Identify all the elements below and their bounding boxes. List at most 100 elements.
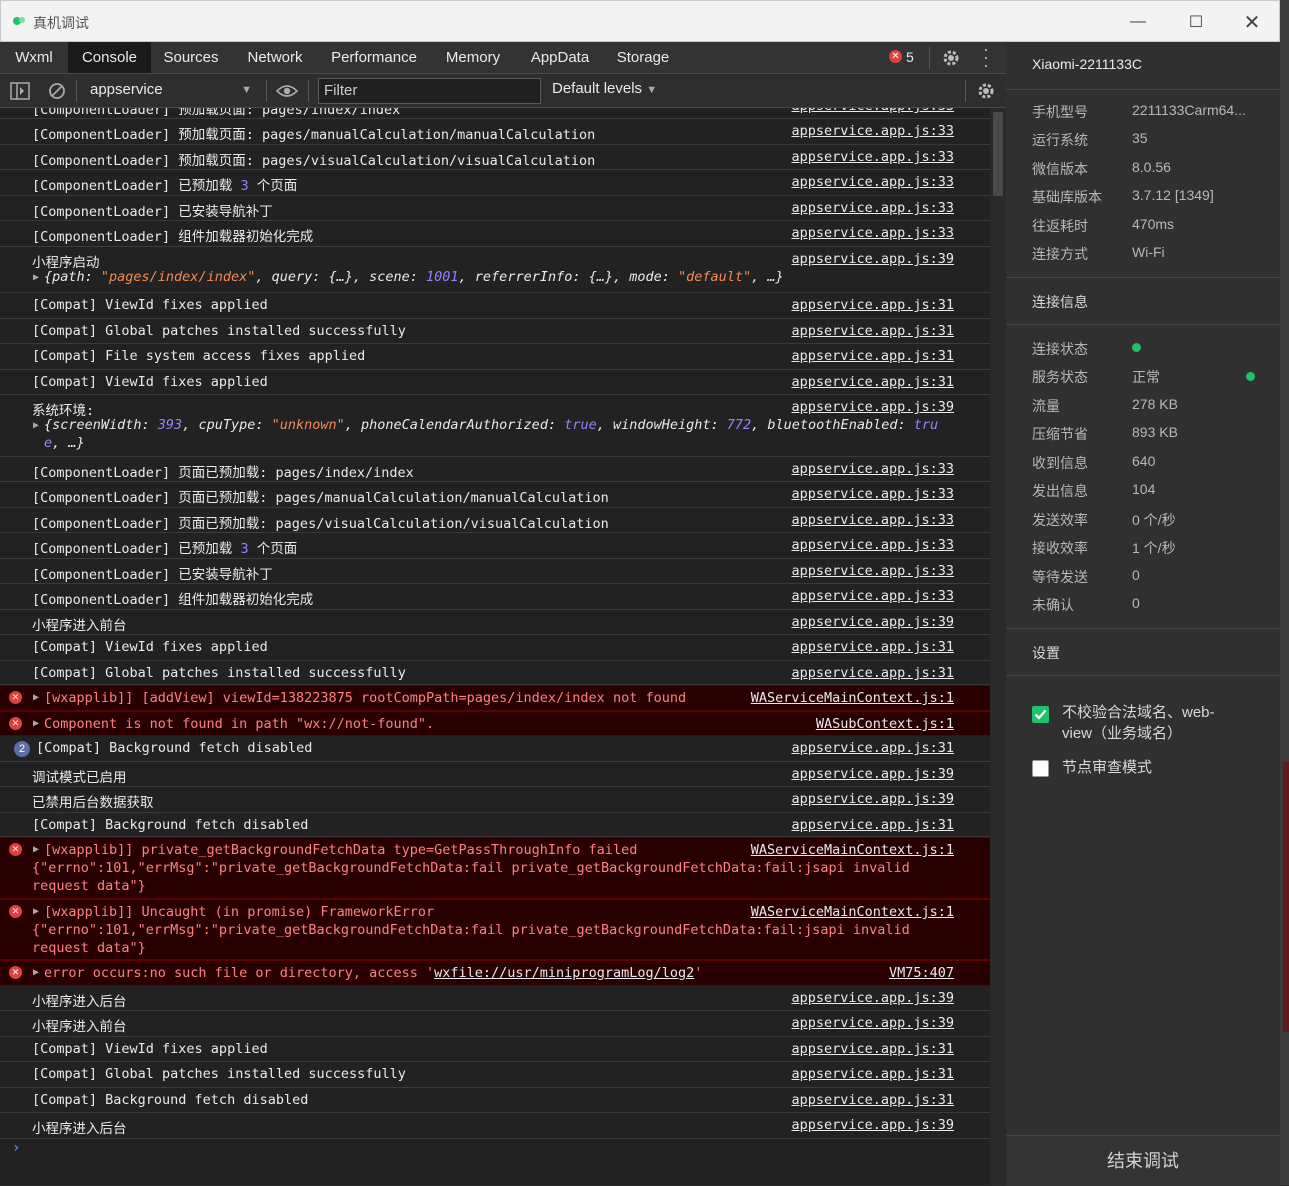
source-link[interactable]: appservice.app.js:31: [791, 1066, 954, 1082]
node-inspect-label[interactable]: 节点审查模式: [1062, 757, 1152, 778]
source-link[interactable]: appservice.app.js:39: [791, 251, 954, 267]
log-message: [ComponentLoader] 组件加载器初始化完成: [32, 229, 314, 245]
source-link[interactable]: appservice.app.js:39: [791, 1015, 954, 1031]
context-select[interactable]: appservice ▼: [84, 76, 260, 104]
node-inspect-checkbox[interactable]: [1032, 760, 1049, 777]
error-count-badge[interactable]: ✕ 5: [889, 48, 914, 66]
source-link[interactable]: appservice.app.js:31: [791, 740, 954, 756]
source-link[interactable]: appservice.app.js:39: [791, 791, 954, 807]
source-link[interactable]: WAServiceMainContext.js:1: [751, 690, 954, 706]
log-levels-select[interactable]: Default levels ▼: [552, 80, 657, 97]
skip-domain-check-checkbox[interactable]: [1032, 706, 1049, 723]
device-info-panel: Xiaomi-2211133C 手机型号 2211133Carm64... 运行系统…: [1006, 42, 1280, 1186]
expand-arrow-icon[interactable]: ▶: [33, 718, 39, 729]
expand-arrow-icon[interactable]: ▶: [33, 906, 39, 917]
more-menu-icon[interactable]: · · ·: [980, 40, 992, 74]
source-link[interactable]: appservice.app.js:33: [791, 486, 954, 502]
connection-value: 640: [1132, 453, 1156, 469]
source-link[interactable]: WASubContext.js:1: [816, 716, 954, 732]
settings-gear-icon[interactable]: [941, 48, 961, 68]
object-preview[interactable]: {path: "pages/index/index", query: {…}, …: [44, 269, 784, 285]
log-row: [Compat] Background fetch disabled appser…: [0, 813, 990, 837]
filter-input[interactable]: Filter: [318, 78, 541, 104]
source-link[interactable]: appservice.app.js:31: [791, 297, 954, 313]
expand-arrow-icon[interactable]: ▶: [33, 420, 39, 431]
tab-storage[interactable]: Storage: [608, 42, 678, 73]
source-link[interactable]: appservice.app.js:33: [791, 225, 954, 241]
source-link[interactable]: appservice.app.js:31: [791, 817, 954, 833]
source-link[interactable]: appservice.app.js:31: [791, 374, 954, 390]
expand-arrow-icon[interactable]: ▶: [33, 692, 39, 703]
end-debug-button[interactable]: 结束调试: [1006, 1135, 1280, 1186]
source-link[interactable]: appservice.app.js:39: [791, 990, 954, 1006]
connection-label: 压缩节省: [1032, 426, 1088, 442]
source-link[interactable]: appservice.app.js:39: [791, 399, 954, 415]
log-row: [Compat] Global patches installed succes…: [0, 1062, 990, 1088]
tab-wxml[interactable]: Wxml: [4, 42, 64, 73]
device-info-label: 基础库版本: [1032, 189, 1102, 205]
log-message: [Compat] Global patches installed succes…: [32, 665, 406, 681]
expand-arrow-icon[interactable]: ▶: [33, 844, 39, 855]
source-link[interactable]: appservice.app.js:31: [791, 1092, 954, 1108]
source-link[interactable]: WAServiceMainContext.js:1: [751, 904, 954, 920]
minimize-icon[interactable]: —: [1109, 1, 1167, 43]
log-message: [ComponentLoader] 页面已预加载: pages/visualCa…: [32, 516, 609, 532]
scrollbar-thumb[interactable]: [993, 112, 1003, 196]
source-link[interactable]: appservice.app.js:33: [791, 149, 954, 165]
source-link[interactable]: appservice.app.js:33: [791, 537, 954, 553]
expand-arrow-icon[interactable]: ▶: [33, 272, 39, 283]
console-scrollbar[interactable]: [990, 108, 1006, 1185]
tab-network[interactable]: Network: [236, 42, 314, 73]
source-link[interactable]: appservice.app.js:31: [791, 1041, 954, 1057]
source-link[interactable]: appservice.app.js:31: [791, 323, 954, 339]
device-info-value: 3.7.12 [1349]: [1132, 187, 1214, 203]
error-log-row: ✕ ▶ error occurs:no such file or directory…: [0, 960, 990, 986]
connection-label: 发出信息: [1032, 483, 1088, 499]
source-link[interactable]: appservice.app.js:33: [791, 563, 954, 579]
connection-value: 0 个/秒: [1132, 512, 1176, 528]
source-link[interactable]: appservice.app.js:39: [791, 614, 954, 630]
maximize-icon[interactable]: ☐: [1167, 1, 1225, 43]
source-link[interactable]: appservice.app.js:33: [791, 461, 954, 477]
skip-domain-check-label[interactable]: 不校验合法域名、web-view（业务域名）: [1062, 702, 1252, 744]
source-link[interactable]: appservice.app.js:31: [791, 665, 954, 681]
source-link[interactable]: appservice.app.js:33: [791, 123, 954, 139]
connection-value: 0: [1132, 567, 1140, 583]
eye-icon[interactable]: [276, 83, 298, 99]
log-message: 已禁用后台数据获取: [32, 795, 154, 811]
close-icon[interactable]: ✕: [1223, 1, 1281, 43]
connection-label: 未确认: [1032, 597, 1074, 613]
source-link[interactable]: WAServiceMainContext.js:1: [751, 842, 954, 858]
tab-memory[interactable]: Memory: [436, 42, 510, 73]
object-preview[interactable]: {screenWidth: 393, cpuType: "unknown", p…: [44, 417, 938, 433]
source-link[interactable]: appservice.app.js:39: [791, 766, 954, 782]
file-link[interactable]: wxfile://usr/miniprogramLog/log2: [434, 965, 694, 981]
source-link[interactable]: appservice.app.js:39: [791, 1117, 954, 1133]
console-prompt-icon[interactable]: ›: [12, 1140, 20, 1156]
source-link[interactable]: appservice.app.js:33: [791, 108, 954, 114]
console-log-area[interactable]: [ComponentLoader] 预加载页面: pages/index/ind…: [0, 108, 990, 1185]
tab-performance[interactable]: Performance: [322, 42, 426, 73]
expand-arrow-icon[interactable]: ▶: [33, 967, 39, 978]
dropdown-arrow-icon: ▼: [646, 84, 658, 96]
source-link[interactable]: appservice.app.js:33: [791, 174, 954, 190]
sidebar-toggle-icon[interactable]: [10, 82, 30, 100]
tab-console[interactable]: Console: [68, 42, 151, 73]
tab-appdata[interactable]: AppData: [520, 42, 600, 73]
source-link[interactable]: VM75:407: [889, 965, 954, 981]
log-row: [Compat] ViewId fixes applied appservice.…: [0, 370, 990, 395]
connection-label: 流量: [1032, 398, 1060, 414]
source-link[interactable]: appservice.app.js:31: [791, 348, 954, 364]
source-link[interactable]: appservice.app.js:31: [791, 639, 954, 655]
console-settings-gear-icon[interactable]: [976, 81, 996, 101]
source-link[interactable]: appservice.app.js:33: [791, 588, 954, 604]
source-link[interactable]: appservice.app.js:33: [791, 512, 954, 528]
log-row: 系统环境: ▶ {screenWidth: 393, cpuType: "unkno…: [0, 395, 990, 457]
source-link[interactable]: appservice.app.js:33: [791, 200, 954, 216]
connection-label: 连接状态: [1032, 341, 1088, 357]
tab-sources[interactable]: Sources: [155, 42, 227, 73]
log-row: 小程序进入后台 appservice.app.js:39: [0, 986, 990, 1011]
error-icon: ✕: [9, 691, 22, 704]
clear-console-icon[interactable]: [48, 82, 66, 100]
check-icon: [1034, 709, 1047, 720]
